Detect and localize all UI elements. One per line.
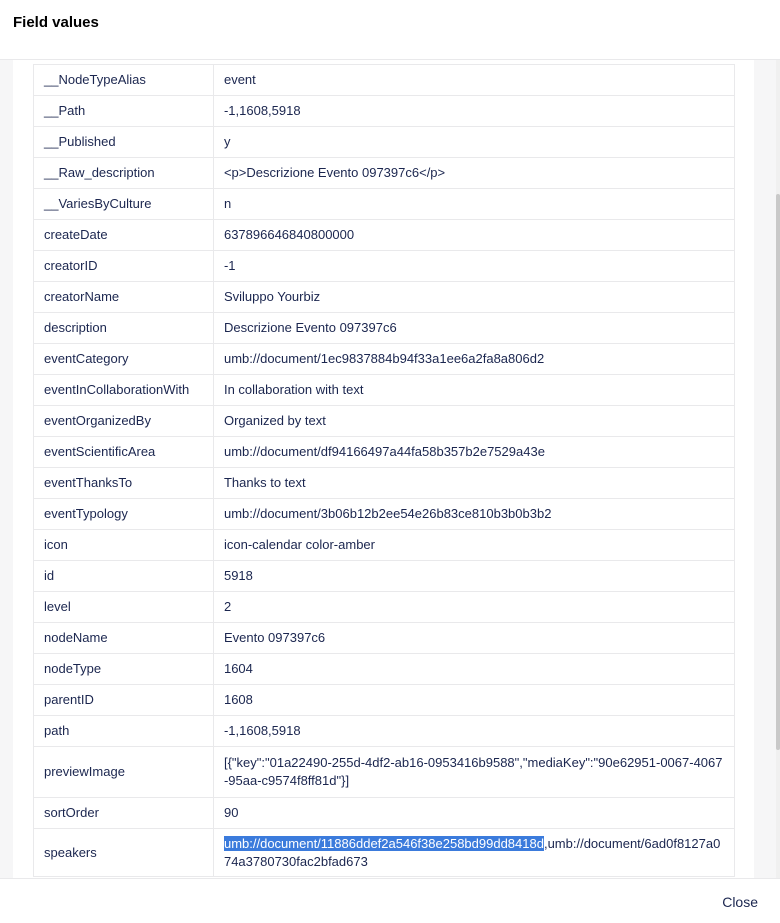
field-key: parentID (33, 684, 214, 716)
table-row: level 2 (33, 591, 736, 623)
field-key: eventScientificArea (33, 436, 214, 468)
field-key: icon (33, 529, 214, 561)
field-key: speakers (33, 828, 214, 877)
field-key: sortOrder (33, 797, 214, 829)
table-row: __Published y (33, 126, 736, 158)
table-row: speakers umb://document/11886ddef2a546f3… (33, 828, 736, 877)
table-row: icon icon-calendar color-amber (33, 529, 736, 561)
field-values-table-body: __NodeTypeAlias event __Path -1,1608,5918 __… (33, 64, 736, 877)
field-value[interactable]: 637896646840800000 (212, 219, 736, 251)
field-value[interactable]: Thanks to text (212, 467, 736, 499)
field-value[interactable]: -1 (212, 250, 736, 282)
table-row: eventTypology umb://document/3b06b12b2ee5… (33, 498, 736, 530)
table-row: description Descrizione Evento 097397c6 (33, 312, 736, 344)
field-key: __NodeTypeAlias (33, 64, 214, 96)
field-values-table: __NodeTypeAlias event __Path -1,1608,5918 __… (33, 64, 736, 877)
table-row: __NodeTypeAlias event (33, 64, 736, 96)
field-value[interactable]: 5918 (212, 560, 736, 592)
table-row: sortOrder 90 (33, 797, 736, 829)
dialog-header: Field values (0, 0, 780, 60)
table-row: nodeType 1604 (33, 653, 736, 685)
table-row: __Raw_description <p>Descrizione Evento 0… (33, 157, 736, 189)
field-value[interactable]: -1,1608,5918 (212, 715, 736, 747)
field-key: description (33, 312, 214, 344)
dialog-title: Field values (13, 14, 99, 31)
field-key: eventOrganizedBy (33, 405, 214, 437)
table-row: previewImage [{"key":"01a22490-255d-4df2-… (33, 746, 736, 798)
field-value[interactable]: n (212, 188, 736, 220)
table-row: id 5918 (33, 560, 736, 592)
field-value[interactable]: event (212, 64, 736, 96)
field-key: nodeType (33, 653, 214, 685)
field-key: path (33, 715, 214, 747)
field-key: eventThanksTo (33, 467, 214, 499)
field-key: eventCategory (33, 343, 214, 375)
table-row: eventOrganizedBy Organized by text (33, 405, 736, 437)
table-row: eventInCollaborationWith In collaboration… (33, 374, 736, 406)
field-value[interactable]: umb://document/11886ddef2a546f38e258bd99… (212, 828, 736, 877)
field-key: __VariesByCulture (33, 188, 214, 220)
selected-text[interactable]: umb://document/11886ddef2a546f38e258bd99… (223, 836, 544, 851)
close-button[interactable]: Close (722, 894, 758, 910)
field-key: previewImage (33, 746, 214, 798)
field-value[interactable]: 1608 (212, 684, 736, 716)
field-value[interactable]: umb://document/3b06b12b2ee54e26b83ce810b… (212, 498, 736, 530)
field-key: __Published (33, 126, 214, 158)
table-row: eventThanksTo Thanks to text (33, 467, 736, 499)
table-row: eventCategory umb://document/1ec9837884b9… (33, 343, 736, 375)
scrollbar-thumb[interactable] (776, 194, 780, 750)
field-key: eventTypology (33, 498, 214, 530)
field-value[interactable]: umb://document/df94166497a44fa58b357b2e7… (212, 436, 736, 468)
field-value[interactable]: <p>Descrizione Evento 097397c6</p> (212, 157, 736, 189)
field-value[interactable]: Sviluppo Yourbiz (212, 281, 736, 313)
field-value[interactable]: In collaboration with text (212, 374, 736, 406)
field-value[interactable]: y (212, 126, 736, 158)
field-value[interactable]: Organized by text (212, 405, 736, 437)
table-row: nodeName Evento 097397c6 (33, 622, 736, 654)
field-value[interactable]: icon-calendar color-amber (212, 529, 736, 561)
field-key: level (33, 591, 214, 623)
field-key: createDate (33, 219, 214, 251)
field-value[interactable]: 2 (212, 591, 736, 623)
field-values-dialog: Field values __NodeTypeAlias event __Path -… (0, 0, 780, 923)
dialog-body[interactable]: __NodeTypeAlias event __Path -1,1608,5918 __… (0, 60, 780, 878)
field-key: eventInCollaborationWith (33, 374, 214, 406)
table-row: parentID 1608 (33, 684, 736, 716)
field-value[interactable]: Descrizione Evento 097397c6 (212, 312, 736, 344)
field-key: creatorName (33, 281, 214, 313)
field-key: __Raw_description (33, 157, 214, 189)
table-row: __Path -1,1608,5918 (33, 95, 736, 127)
field-value[interactable]: 90 (212, 797, 736, 829)
field-value[interactable]: Evento 097397c6 (212, 622, 736, 654)
table-row: createDate 637896646840800000 (33, 219, 736, 251)
field-value[interactable]: 1604 (212, 653, 736, 685)
table-row: creatorID -1 (33, 250, 736, 282)
table-row: __VariesByCulture n (33, 188, 736, 220)
table-row: eventScientificArea umb://document/df9416… (33, 436, 736, 468)
table-row: path -1,1608,5918 (33, 715, 736, 747)
dialog-footer: Close (0, 878, 780, 923)
field-value[interactable]: umb://document/1ec9837884b94f33a1ee6a2fa… (212, 343, 736, 375)
field-value[interactable]: -1,1608,5918 (212, 95, 736, 127)
field-value[interactable]: [{"key":"01a22490-255d-4df2-ab16-0953416… (212, 746, 736, 798)
table-row: creatorName Sviluppo Yourbiz (33, 281, 736, 313)
field-key: nodeName (33, 622, 214, 654)
field-key: id (33, 560, 214, 592)
field-values-panel: __NodeTypeAlias event __Path -1,1608,5918 __… (13, 60, 754, 878)
field-key: __Path (33, 95, 214, 127)
field-key: creatorID (33, 250, 214, 282)
scrollbar-track[interactable] (776, 60, 780, 878)
